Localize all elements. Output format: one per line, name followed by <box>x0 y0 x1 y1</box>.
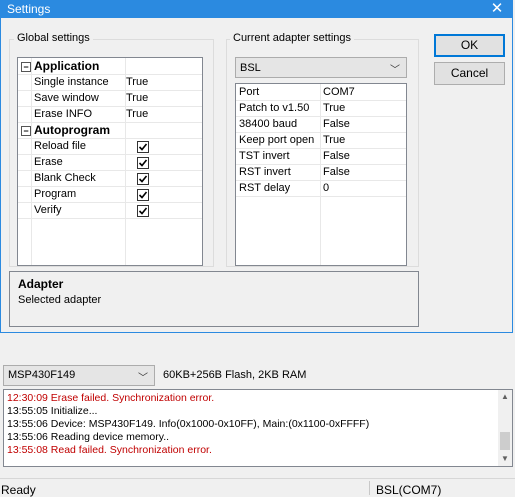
setting-row[interactable]: Single instance True <box>18 75 202 91</box>
adapter-row[interactable]: TST invert False <box>236 149 406 165</box>
adapter-key: Port <box>239 86 260 98</box>
status-bar: Ready BSL(COM7) <box>0 478 515 497</box>
global-settings-label: Global settings <box>14 32 93 44</box>
collapse-icon[interactable]: − <box>21 62 31 72</box>
setting-key: Reload file <box>34 140 86 152</box>
chevron-down-icon: ﹀ <box>390 65 400 76</box>
setting-row[interactable]: Program <box>18 187 202 203</box>
device-select[interactable]: MSP430F149 ﹀ <box>3 365 155 386</box>
settings-dialog: Settings ✕ Global settings − Application… <box>0 0 513 333</box>
setting-key: Verify <box>34 204 62 216</box>
adapter-key: TST invert <box>239 150 290 162</box>
adapter-select[interactable]: BSL ﹀ <box>235 57 407 78</box>
adapter-row[interactable]: RST delay 0 <box>236 181 406 197</box>
setting-row[interactable]: Blank Check <box>18 171 202 187</box>
adapter-value[interactable]: True <box>323 134 345 146</box>
adapter-key: Patch to v1.50 <box>239 102 310 114</box>
adapter-key: RST invert <box>239 166 291 178</box>
setting-key: Erase <box>34 156 63 168</box>
adapter-key: Keep port open <box>239 134 315 146</box>
adapter-value[interactable]: False <box>323 150 350 162</box>
adapter-value[interactable]: False <box>323 166 350 178</box>
setting-key: Program <box>34 188 77 200</box>
scroll-thumb[interactable] <box>500 432 510 450</box>
adapter-row[interactable]: 38400 baud False <box>236 117 406 133</box>
checkbox-checked[interactable] <box>137 173 149 185</box>
collapse-icon[interactable]: − <box>21 126 31 136</box>
adapter-select-value: BSL <box>240 62 261 74</box>
setting-value[interactable]: True <box>126 76 148 88</box>
adapter-row[interactable]: Patch to v1.50 True <box>236 101 406 117</box>
log-line: 13:55:08 Read failed. Synchronization er… <box>7 444 212 456</box>
setting-value[interactable]: True <box>126 108 148 120</box>
log-scrollbar[interactable]: ▲ ▼ <box>498 390 512 466</box>
adapter-row[interactable]: Port COM7 <box>236 85 406 101</box>
setting-row[interactable]: Reload file <box>18 139 202 155</box>
ok-button[interactable]: OK <box>434 34 505 57</box>
setting-value[interactable]: True <box>126 92 148 104</box>
global-settings-grid: − Application Single instance True Save … <box>17 57 203 266</box>
description-panel: Adapter Selected adapter <box>9 271 419 327</box>
setting-row[interactable]: Save window True <box>18 91 202 107</box>
title-bar[interactable]: Settings ✕ <box>1 0 512 18</box>
setting-key: Erase INFO <box>34 108 93 120</box>
description-text: Selected adapter <box>18 294 102 306</box>
setting-row[interactable]: Erase <box>18 155 202 171</box>
log-line: 12:30:09 Erase failed. Synchronization e… <box>7 392 215 404</box>
dialog-title: Settings <box>7 2 51 16</box>
close-icon[interactable]: ✕ <box>488 0 506 18</box>
log-line: 13:55:06 Device: MSP430F149. Info(0x1000… <box>7 418 370 430</box>
setting-key: Save window <box>34 92 99 104</box>
device-info: 60KB+256B Flash, 2KB RAM <box>163 369 307 381</box>
adapter-key: RST delay <box>239 182 291 194</box>
category-autoprogram[interactable]: − Autoprogram <box>18 123 202 139</box>
checkbox-checked[interactable] <box>137 157 149 169</box>
adapter-settings-label: Current adapter settings <box>230 32 355 44</box>
adapter-value[interactable]: True <box>323 102 345 114</box>
chevron-down-icon: ﹀ <box>138 373 148 384</box>
status-text: Ready <box>1 483 36 497</box>
adapter-value[interactable]: COM7 <box>323 86 355 98</box>
adapter-settings-grid: Port COM7 Patch to v1.50 True 38400 baud… <box>235 83 407 266</box>
log-line: 13:55:05 Initialize... <box>7 405 98 417</box>
ok-button-label: OK <box>460 38 479 52</box>
status-adapter: BSL(COM7) <box>376 483 442 497</box>
adapter-value[interactable]: False <box>323 118 350 130</box>
checkbox-checked[interactable] <box>137 141 149 153</box>
scroll-up-icon[interactable]: ▲ <box>498 390 512 404</box>
cancel-button[interactable]: Cancel <box>434 62 505 85</box>
log-line: 13:55:06 Reading device memory.. <box>7 431 170 443</box>
setting-row[interactable]: Erase INFO True <box>18 107 202 123</box>
description-title: Adapter <box>18 277 64 291</box>
device-select-value: MSP430F149 <box>8 369 76 381</box>
category-application[interactable]: − Application <box>18 59 202 75</box>
checkbox-checked[interactable] <box>137 189 149 201</box>
log-panel[interactable]: 12:30:09 Erase failed. Synchronization e… <box>3 389 513 467</box>
setting-row[interactable]: Verify <box>18 203 202 219</box>
checkbox-checked[interactable] <box>137 205 149 217</box>
adapter-row[interactable]: Keep port open True <box>236 133 406 149</box>
setting-key: Single instance <box>34 76 109 88</box>
scroll-down-icon[interactable]: ▼ <box>498 452 512 466</box>
setting-key: Blank Check <box>34 172 96 184</box>
adapter-value[interactable]: 0 <box>323 182 329 194</box>
adapter-row[interactable]: RST invert False <box>236 165 406 181</box>
adapter-key: 38400 baud <box>239 118 298 130</box>
cancel-button-label: Cancel <box>450 66 489 80</box>
